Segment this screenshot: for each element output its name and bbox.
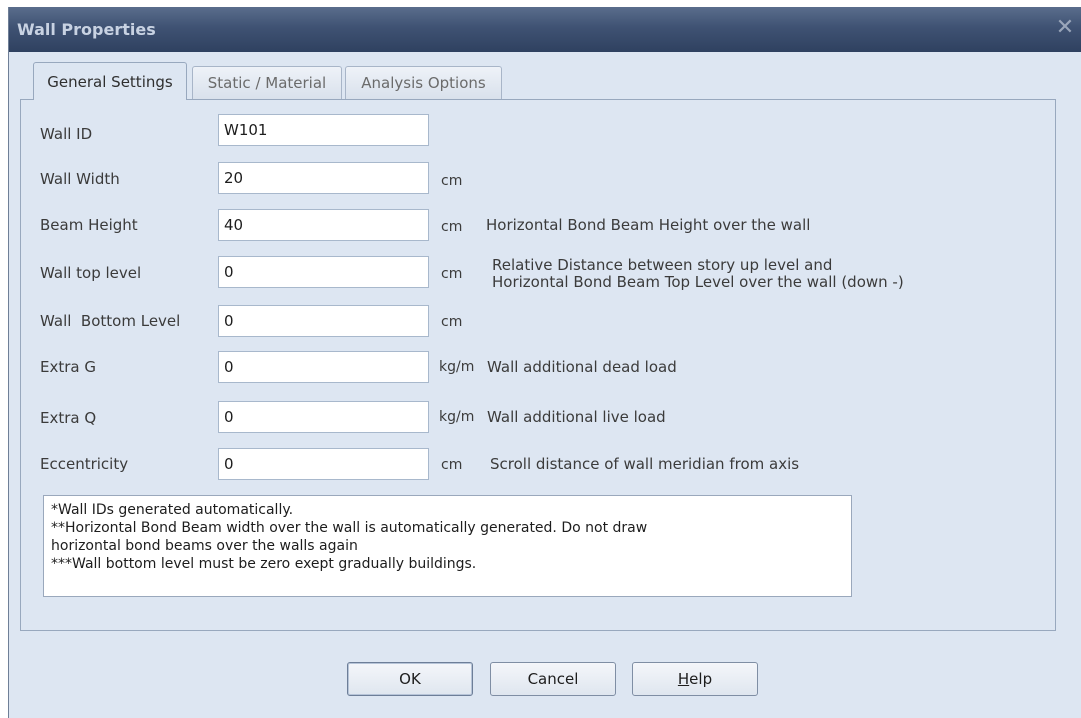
extra-q-unit: kg/m <box>439 409 475 425</box>
wall-bottom-level-input[interactable]: 0 <box>218 305 429 337</box>
beam-height-unit: cm <box>441 219 463 235</box>
extra-g-input[interactable]: 0 <box>218 351 429 383</box>
wall-bottom-level-label: Wall Bottom Level <box>40 312 181 330</box>
wall-width-input[interactable]: 20 <box>218 162 429 194</box>
wall-id-input[interactable]: W101 <box>218 114 429 146</box>
help-button[interactable]: Help <box>632 662 758 696</box>
extra-g-unit: kg/m <box>439 359 475 375</box>
help-button-mnemonic: H <box>677 670 690 688</box>
beam-height-input[interactable]: 40 <box>218 209 429 241</box>
title-bar[interactable]: Wall Properties ✕ <box>9 7 1081 52</box>
notes-box: *Wall IDs generated automatically. **Hor… <box>43 495 852 597</box>
beam-height-label: Beam Height <box>40 216 138 234</box>
wall-top-level-description-2: Horizontal Bond Beam Top Level over the … <box>492 273 904 291</box>
eccentricity-label: Eccentricity <box>40 455 129 473</box>
eccentricity-input[interactable]: 0 <box>218 448 429 480</box>
wall-top-level-unit: cm <box>441 266 463 282</box>
extra-q-description: Wall additional live load <box>487 408 666 426</box>
tab-general-settings[interactable]: General Settings <box>33 62 187 100</box>
extra-g-description: Wall additional dead load <box>487 358 677 376</box>
tab-static-material[interactable]: Static / Material <box>192 66 342 99</box>
extra-g-label: Extra G <box>40 358 96 376</box>
wall-top-level-input[interactable]: 0 <box>218 256 429 288</box>
note-line: horizontal bond beams over the walls aga… <box>51 538 358 554</box>
extra-q-label: Extra Q <box>40 409 97 427</box>
wall-id-label: Wall ID <box>40 125 93 143</box>
beam-height-description: Horizontal Bond Beam Height over the wal… <box>486 216 811 234</box>
wall-top-level-label: Wall top level <box>40 264 142 282</box>
note-line: **Horizontal Bond Beam width over the wa… <box>51 520 648 536</box>
close-icon[interactable]: ✕ <box>1053 16 1077 40</box>
help-button-label: elp <box>689 670 713 688</box>
note-line: ***Wall bottom level must be zero exept … <box>51 556 477 572</box>
eccentricity-description: Scroll distance of wall meridian from ax… <box>490 455 800 473</box>
eccentricity-unit: cm <box>441 457 463 473</box>
window-title: Wall Properties <box>17 20 156 39</box>
wall-width-label: Wall Width <box>40 170 120 188</box>
cancel-button[interactable]: Cancel <box>490 662 616 696</box>
note-line: *Wall IDs generated automatically. <box>51 502 294 518</box>
wall-width-unit: cm <box>441 173 463 189</box>
ok-button[interactable]: OK <box>347 662 473 696</box>
tab-analysis-options[interactable]: Analysis Options <box>345 66 502 99</box>
extra-q-input[interactable]: 0 <box>218 401 429 433</box>
wall-top-level-description-1: Relative Distance between story up level… <box>492 256 833 274</box>
wall-bottom-level-unit: cm <box>441 314 463 330</box>
